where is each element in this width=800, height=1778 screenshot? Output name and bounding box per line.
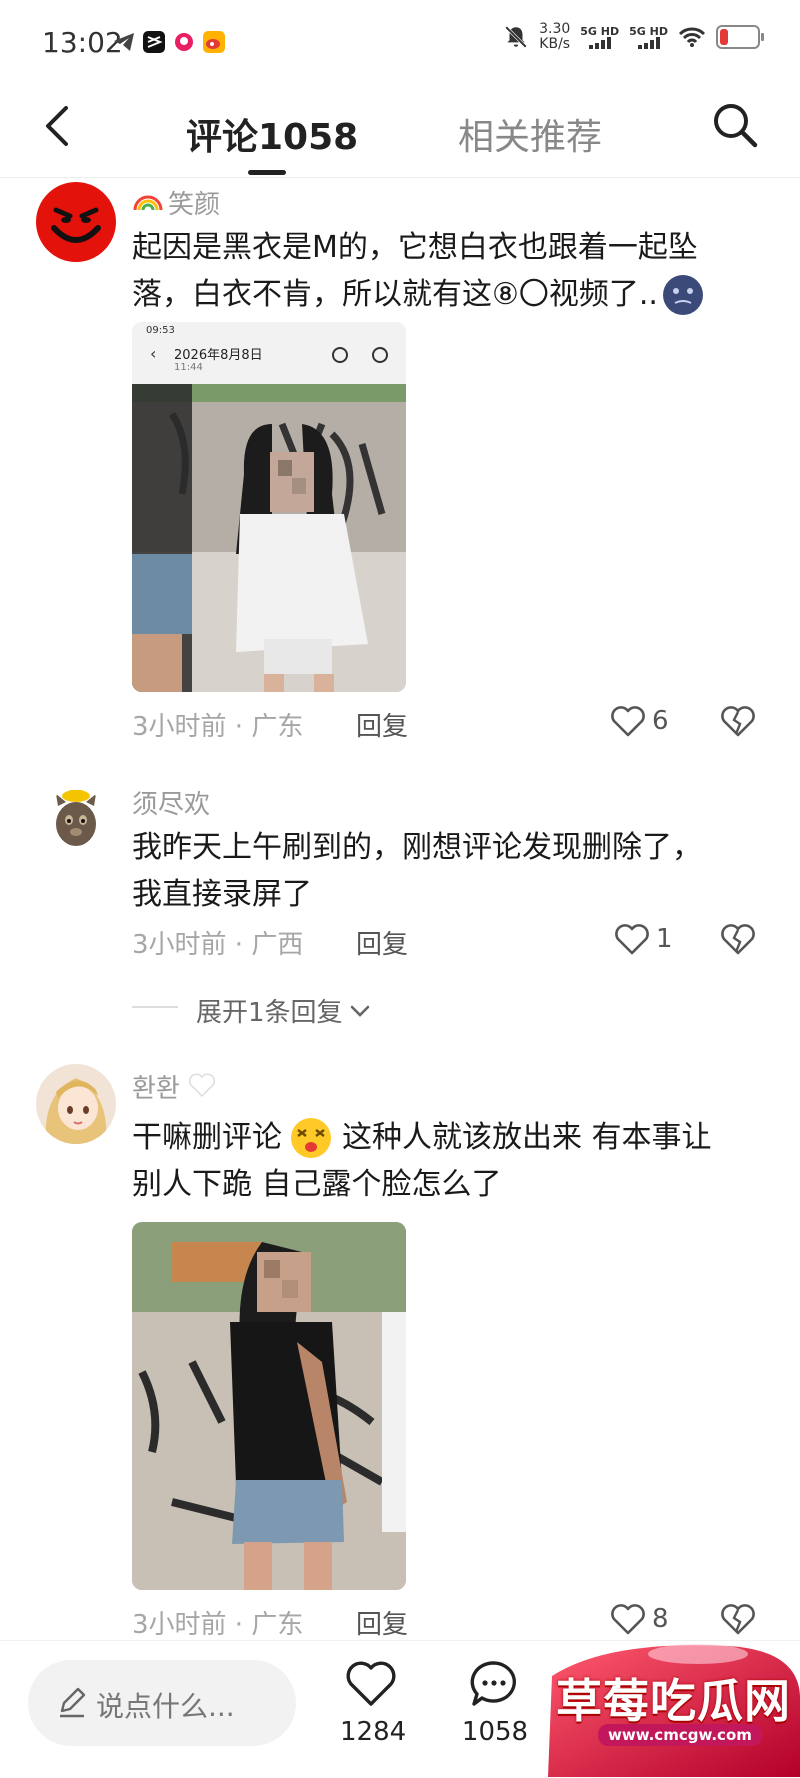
battery-icon [716,25,764,49]
signal-1: 5G HD [580,26,619,49]
watermark-url: www.cmcgw.com [598,1724,762,1746]
cat-with-hat-icon [56,790,96,846]
like-heart-icon[interactable] [610,704,646,738]
inner-info-icon [372,347,388,363]
moon-face-emoji-icon [662,274,703,315]
inner-date: 2026年8月8日 [174,348,263,363]
total-like-count: 1284 [340,1717,407,1747]
inner-back-icon: ‹ [150,344,157,363]
chevron-down-icon [350,1005,369,1017]
dislike-broken-heart-icon[interactable] [720,922,756,956]
like-count: 1 [656,924,673,954]
watermark-title: 草莓吃瓜网 [556,1674,791,1728]
telegram-icon [114,33,134,51]
reply-button[interactable]: 回复 [356,1604,408,1641]
comment-time-location: 3小时前 · 广东 [132,1610,304,1640]
dislike-broken-heart-icon[interactable] [720,1602,756,1636]
back-arrow-icon[interactable] [40,104,76,148]
comment-time-location: 3小时前 · 广西 [132,930,304,960]
header-divider [0,177,800,178]
comment-username[interactable]: 须尽欢 [132,784,210,821]
inner-status-time: 09:53 [146,325,175,336]
like-heart-icon[interactable] [610,1602,646,1636]
search-icon[interactable] [710,100,760,150]
network-speed: 3.30 KB/s [539,21,571,52]
like-count: 6 [652,706,669,736]
dislike-broken-heart-icon[interactable] [720,704,756,738]
avatar[interactable] [36,182,116,262]
reply-button[interactable]: 回复 [356,706,408,743]
rainbow-icon [133,195,163,211]
pencil-icon [60,1687,86,1718]
avatar[interactable] [46,788,106,850]
signal-2: 5G HD [629,26,668,49]
expand-replies-label: 展开1条回复 [196,998,343,1028]
like-count: 8 [652,1604,669,1634]
reply-button[interactable]: 回复 [356,924,408,961]
comment-image[interactable]: 09:53 ‹ 2026年8月8日 11:44 [132,322,406,692]
comment-text: 干嘛删评论 这种人就该放出来 有本事让 别人下跪 自己露个脸怎么了 [132,1114,782,1208]
angry-smiley-icon [51,207,101,243]
active-tab-indicator [248,170,286,175]
anime-avatar-icon [45,1078,107,1144]
expand-replies-button[interactable]: 展开1条回复 [196,992,371,1029]
video-frame-graphic [132,1222,406,1590]
total-comment-count: 1058 [461,1717,529,1747]
mute-bell-icon [505,26,528,48]
inner-time: 11:44 [174,362,203,373]
weibo-icon [203,31,225,53]
comment-bubble-icon[interactable] [468,1658,520,1710]
comment-text: 我昨天上午刷到的，刚想评论发现删除了， 我直接录屏了 [132,830,702,912]
dizzy-face-emoji-icon [291,1117,331,1158]
video-frame-graphic [132,384,406,692]
comment-text: 起因是黑衣是M的，它想白衣也跟着一起坠 落，白衣不肯，所以就有这⑧〇视频了.. [132,224,772,318]
tab-related[interactable]: 相关推荐 [458,108,602,160]
wifi-icon [678,27,706,47]
avatar[interactable] [36,1064,116,1144]
comment-input-placeholder: 说点什么... [96,1690,235,1723]
app-notification-icon [175,33,193,51]
inner-phone-header: 09:53 ‹ 2026年8月8日 11:44 [132,322,406,384]
white-heart-icon [188,1073,216,1098]
status-time: 13:02 [42,26,123,59]
comment-image[interactable] [132,1222,406,1590]
comment-username[interactable]: 환환 [132,1068,180,1105]
inner-settings-icon [332,347,348,363]
status-bar-right: 3.30 KB/s 5G HD 5G HD [503,21,764,52]
like-heart-icon[interactable] [345,1660,397,1708]
comment-username[interactable]: 笑颜 [168,184,220,221]
expand-divider [132,1006,178,1008]
capcut-icon [143,31,165,53]
tab-comments[interactable]: 评论1058 [186,108,358,160]
like-heart-icon[interactable] [614,922,650,956]
comment-time-location: 3小时前 · 广东 [132,712,304,742]
